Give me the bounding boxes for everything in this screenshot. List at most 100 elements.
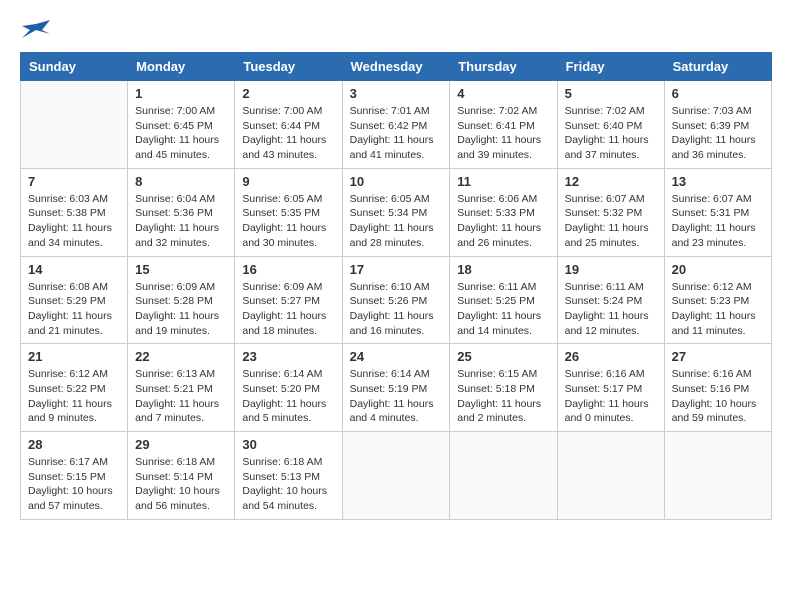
calendar-cell: 28 Sunrise: 6:17 AM Sunset: 5:15 PM Dayli… — [21, 432, 128, 520]
logo — [20, 20, 50, 42]
calendar-cell: 18 Sunrise: 6:11 AM Sunset: 5:25 PM Dayli… — [450, 256, 557, 344]
day-number: 8 — [135, 174, 227, 189]
day-number: 2 — [242, 86, 334, 101]
day-info: Sunrise: 7:02 AM Sunset: 6:40 PM Dayligh… — [565, 104, 657, 163]
day-number: 24 — [350, 349, 443, 364]
day-number: 12 — [565, 174, 657, 189]
day-info: Sunrise: 7:01 AM Sunset: 6:42 PM Dayligh… — [350, 104, 443, 163]
day-info: Sunrise: 6:04 AM Sunset: 5:36 PM Dayligh… — [135, 192, 227, 251]
calendar-cell: 3 Sunrise: 7:01 AM Sunset: 6:42 PM Daylig… — [342, 81, 450, 169]
calendar-cell: 6 Sunrise: 7:03 AM Sunset: 6:39 PM Daylig… — [664, 81, 771, 169]
day-info: Sunrise: 7:03 AM Sunset: 6:39 PM Dayligh… — [672, 104, 764, 163]
day-info: Sunrise: 6:17 AM Sunset: 5:15 PM Dayligh… — [28, 455, 120, 514]
calendar-week-5: 28 Sunrise: 6:17 AM Sunset: 5:15 PM Dayli… — [21, 432, 772, 520]
calendar-week-4: 21 Sunrise: 6:12 AM Sunset: 5:22 PM Dayli… — [21, 344, 772, 432]
day-number: 20 — [672, 262, 764, 277]
day-info: Sunrise: 6:16 AM Sunset: 5:16 PM Dayligh… — [672, 367, 764, 426]
header-tuesday: Tuesday — [235, 53, 342, 81]
day-info: Sunrise: 6:11 AM Sunset: 5:24 PM Dayligh… — [565, 280, 657, 339]
day-number: 18 — [457, 262, 549, 277]
calendar-cell: 4 Sunrise: 7:02 AM Sunset: 6:41 PM Daylig… — [450, 81, 557, 169]
day-number: 1 — [135, 86, 227, 101]
day-number: 29 — [135, 437, 227, 452]
day-number: 28 — [28, 437, 120, 452]
calendar-cell: 20 Sunrise: 6:12 AM Sunset: 5:23 PM Dayli… — [664, 256, 771, 344]
day-info: Sunrise: 7:00 AM Sunset: 6:45 PM Dayligh… — [135, 104, 227, 163]
day-info: Sunrise: 6:09 AM Sunset: 5:27 PM Dayligh… — [242, 280, 334, 339]
calendar-cell: 26 Sunrise: 6:16 AM Sunset: 5:17 PM Dayli… — [557, 344, 664, 432]
logo-bird-icon — [22, 20, 50, 42]
day-info: Sunrise: 6:05 AM Sunset: 5:35 PM Dayligh… — [242, 192, 334, 251]
calendar-cell: 1 Sunrise: 7:00 AM Sunset: 6:45 PM Daylig… — [128, 81, 235, 169]
day-info: Sunrise: 6:18 AM Sunset: 5:13 PM Dayligh… — [242, 455, 334, 514]
day-number: 17 — [350, 262, 443, 277]
calendar-week-3: 14 Sunrise: 6:08 AM Sunset: 5:29 PM Dayli… — [21, 256, 772, 344]
calendar-cell: 16 Sunrise: 6:09 AM Sunset: 5:27 PM Dayli… — [235, 256, 342, 344]
calendar-cell: 30 Sunrise: 6:18 AM Sunset: 5:13 PM Dayli… — [235, 432, 342, 520]
day-number: 30 — [242, 437, 334, 452]
day-number: 14 — [28, 262, 120, 277]
calendar-cell — [450, 432, 557, 520]
day-number: 15 — [135, 262, 227, 277]
day-number: 19 — [565, 262, 657, 277]
day-info: Sunrise: 6:14 AM Sunset: 5:20 PM Dayligh… — [242, 367, 334, 426]
day-info: Sunrise: 7:00 AM Sunset: 6:44 PM Dayligh… — [242, 104, 334, 163]
day-info: Sunrise: 6:12 AM Sunset: 5:23 PM Dayligh… — [672, 280, 764, 339]
calendar-cell: 10Sunrise: 6:05 AM Sunset: 5:34 PM Dayli… — [342, 168, 450, 256]
header-friday: Friday — [557, 53, 664, 81]
calendar-cell: 15 Sunrise: 6:09 AM Sunset: 5:28 PM Dayli… — [128, 256, 235, 344]
calendar-cell: 9 Sunrise: 6:05 AM Sunset: 5:35 PM Daylig… — [235, 168, 342, 256]
header-thursday: Thursday — [450, 53, 557, 81]
day-number: 11 — [457, 174, 549, 189]
calendar-cell: 25Sunrise: 6:15 AM Sunset: 5:18 PM Dayli… — [450, 344, 557, 432]
day-number: 5 — [565, 86, 657, 101]
day-info: Sunrise: 7:02 AM Sunset: 6:41 PM Dayligh… — [457, 104, 549, 163]
calendar-cell — [557, 432, 664, 520]
calendar-cell: 27 Sunrise: 6:16 AM Sunset: 5:16 PM Dayli… — [664, 344, 771, 432]
calendar-cell: 12 Sunrise: 6:07 AM Sunset: 5:32 PM Dayli… — [557, 168, 664, 256]
calendar-cell: 23 Sunrise: 6:14 AM Sunset: 5:20 PM Dayli… — [235, 344, 342, 432]
day-info: Sunrise: 6:07 AM Sunset: 5:31 PM Dayligh… — [672, 192, 764, 251]
calendar-cell: 11Sunrise: 6:06 AM Sunset: 5:33 PM Dayli… — [450, 168, 557, 256]
day-info: Sunrise: 6:05 AM Sunset: 5:34 PM Dayligh… — [350, 192, 443, 251]
calendar-table: SundayMondayTuesdayWednesdayThursdayFrid… — [20, 52, 772, 520]
day-info: Sunrise: 6:07 AM Sunset: 5:32 PM Dayligh… — [565, 192, 657, 251]
day-number: 21 — [28, 349, 120, 364]
day-number: 6 — [672, 86, 764, 101]
day-info: Sunrise: 6:15 AM Sunset: 5:18 PM Dayligh… — [457, 367, 549, 426]
calendar-cell: 13Sunrise: 6:07 AM Sunset: 5:31 PM Dayli… — [664, 168, 771, 256]
calendar-cell — [342, 432, 450, 520]
header-saturday: Saturday — [664, 53, 771, 81]
day-number: 23 — [242, 349, 334, 364]
calendar-week-1: 1 Sunrise: 7:00 AM Sunset: 6:45 PM Daylig… — [21, 81, 772, 169]
header-wednesday: Wednesday — [342, 53, 450, 81]
day-info: Sunrise: 6:11 AM Sunset: 5:25 PM Dayligh… — [457, 280, 549, 339]
day-info: Sunrise: 6:13 AM Sunset: 5:21 PM Dayligh… — [135, 367, 227, 426]
day-number: 26 — [565, 349, 657, 364]
day-info: Sunrise: 6:09 AM Sunset: 5:28 PM Dayligh… — [135, 280, 227, 339]
calendar-week-2: 7Sunrise: 6:03 AM Sunset: 5:38 PM Daylig… — [21, 168, 772, 256]
calendar-cell: 29Sunrise: 6:18 AM Sunset: 5:14 PM Dayli… — [128, 432, 235, 520]
calendar-cell: 8 Sunrise: 6:04 AM Sunset: 5:36 PM Daylig… — [128, 168, 235, 256]
day-info: Sunrise: 6:12 AM Sunset: 5:22 PM Dayligh… — [28, 367, 120, 426]
day-number: 4 — [457, 86, 549, 101]
day-number: 16 — [242, 262, 334, 277]
day-info: Sunrise: 6:08 AM Sunset: 5:29 PM Dayligh… — [28, 280, 120, 339]
calendar-cell: 7Sunrise: 6:03 AM Sunset: 5:38 PM Daylig… — [21, 168, 128, 256]
day-info: Sunrise: 6:10 AM Sunset: 5:26 PM Dayligh… — [350, 280, 443, 339]
page-header — [20, 20, 772, 42]
day-number: 9 — [242, 174, 334, 189]
day-number: 3 — [350, 86, 443, 101]
calendar-cell: 14 Sunrise: 6:08 AM Sunset: 5:29 PM Dayli… — [21, 256, 128, 344]
calendar-cell: 19 Sunrise: 6:11 AM Sunset: 5:24 PM Dayli… — [557, 256, 664, 344]
day-number: 7 — [28, 174, 120, 189]
calendar-cell — [664, 432, 771, 520]
day-info: Sunrise: 6:16 AM Sunset: 5:17 PM Dayligh… — [565, 367, 657, 426]
day-number: 27 — [672, 349, 764, 364]
calendar-cell: 21 Sunrise: 6:12 AM Sunset: 5:22 PM Dayli… — [21, 344, 128, 432]
header-monday: Monday — [128, 53, 235, 81]
calendar-cell: 24 Sunrise: 6:14 AM Sunset: 5:19 PM Dayli… — [342, 344, 450, 432]
calendar-cell: 2 Sunrise: 7:00 AM Sunset: 6:44 PM Daylig… — [235, 81, 342, 169]
day-info: Sunrise: 6:14 AM Sunset: 5:19 PM Dayligh… — [350, 367, 443, 426]
calendar-cell: 5 Sunrise: 7:02 AM Sunset: 6:40 PM Daylig… — [557, 81, 664, 169]
